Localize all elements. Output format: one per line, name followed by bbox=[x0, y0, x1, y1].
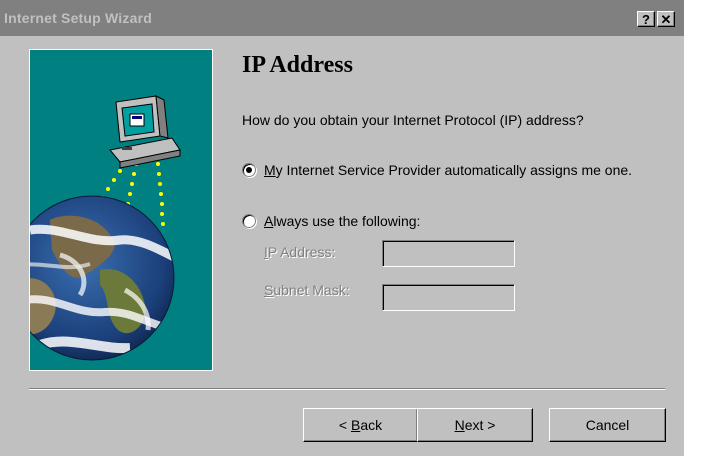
close-button[interactable]: ✕ bbox=[657, 11, 675, 27]
subnet-mask-input[interactable] bbox=[382, 284, 515, 311]
wizard-illustration bbox=[29, 49, 213, 371]
cancel-button[interactable]: Cancel bbox=[549, 408, 666, 442]
back-button[interactable]: < Back bbox=[303, 408, 418, 442]
auto-ip-radio[interactable] bbox=[242, 163, 256, 177]
question-text: How do you obtain your Internet Protocol… bbox=[242, 112, 584, 128]
next-button[interactable]: Next > bbox=[417, 408, 533, 442]
ip-address-label: IP Address: bbox=[264, 244, 336, 260]
manual-ip-label[interactable]: Always use the following: bbox=[264, 212, 644, 230]
manual-ip-option[interactable]: Always use the following: bbox=[242, 212, 644, 230]
button-separator bbox=[29, 388, 665, 390]
page-heading: IP Address bbox=[242, 52, 353, 78]
window-title: Internet Setup Wizard bbox=[4, 10, 152, 26]
manual-ip-radio[interactable] bbox=[242, 214, 256, 228]
globe-icon bbox=[30, 195, 175, 361]
subnet-mask-label: Subnet Mask: bbox=[264, 282, 350, 298]
auto-ip-label[interactable]: My Internet Service Provider automatical… bbox=[264, 161, 644, 179]
help-button[interactable]: ? bbox=[637, 11, 655, 27]
wizard-window: Internet Setup Wizard ? ✕ IP Address How… bbox=[0, 0, 684, 456]
ip-address-input[interactable] bbox=[382, 240, 515, 267]
auto-ip-option[interactable]: My Internet Service Provider automatical… bbox=[242, 161, 644, 179]
computer-icon bbox=[109, 95, 181, 169]
radio-selected-dot bbox=[246, 167, 252, 173]
title-bar[interactable]: Internet Setup Wizard ? ✕ bbox=[0, 0, 684, 36]
